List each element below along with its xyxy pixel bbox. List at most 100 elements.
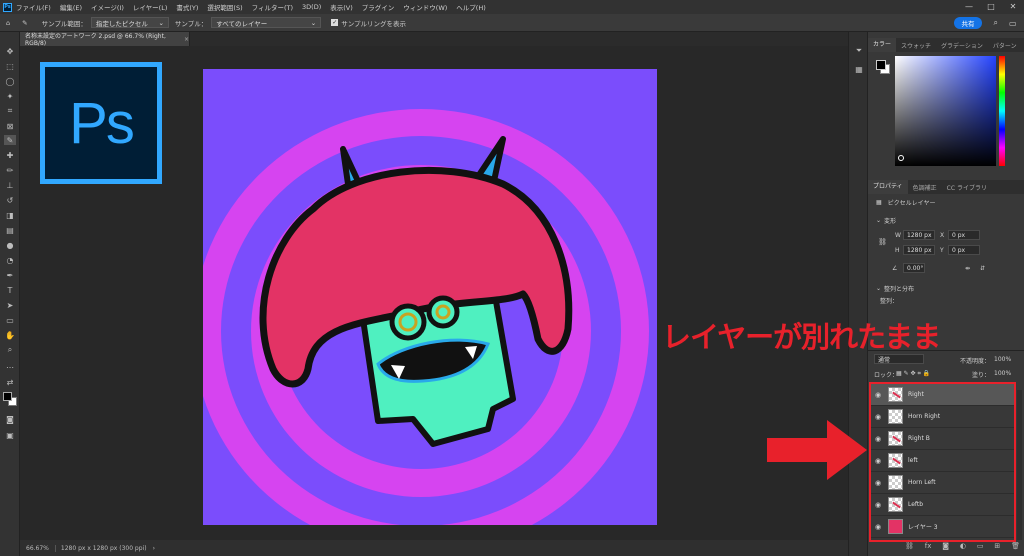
layers-scrollbar[interactable]	[1017, 390, 1022, 540]
screen-mode-icon[interactable]: ▣	[4, 430, 16, 440]
trash-icon[interactable]: 🗑	[1011, 542, 1020, 554]
opacity-value[interactable]: 100%	[994, 356, 1011, 363]
hand-tool-icon[interactable]: ✋	[4, 330, 16, 340]
menu-select[interactable]: 選択範囲(S)	[207, 2, 242, 12]
document-tab[interactable]: 名称未設定のアートワーク 2.psd @ 66.7% (Right, RGB/8…	[20, 32, 190, 47]
fx-icon[interactable]: fx	[925, 542, 932, 554]
close-icon[interactable]: ✕	[1002, 0, 1024, 14]
flip-horizontal-icon[interactable]: ⇹	[965, 265, 970, 272]
more-tools-icon[interactable]: ⋯	[4, 362, 16, 372]
swap-colors-icon[interactable]: ⇄	[4, 377, 16, 387]
eyedropper-icon[interactable]: ✎	[4, 135, 16, 145]
sample-size-value: 指定したピクセル	[95, 19, 148, 28]
show-ring-checkbox[interactable]: ✓	[331, 19, 339, 26]
link-icon[interactable]: ⛓	[878, 238, 887, 246]
tab-cc-libraries[interactable]: CC ライブラリ	[942, 183, 992, 192]
history-panel-icon[interactable]: ⏷	[854, 46, 864, 56]
new-layer-icon[interactable]: ⊞	[994, 542, 1000, 554]
foreground-color-swatch[interactable]	[3, 392, 12, 401]
width-field[interactable]: 1280 px	[903, 230, 935, 240]
group-icon[interactable]: ▭	[977, 542, 984, 554]
marquee-tool-icon[interactable]: ⬚	[4, 61, 16, 71]
stamp-tool-icon[interactable]: ⊥	[4, 180, 16, 190]
menu-file[interactable]: ファイル(F)	[16, 2, 51, 12]
align-label: 整列と分布	[884, 286, 915, 293]
foreground-swatch[interactable]	[876, 60, 886, 70]
menu-3d[interactable]: 3D(D)	[302, 3, 321, 11]
quick-mask-icon[interactable]: ◙	[4, 414, 16, 424]
menu-view[interactable]: 表示(V)	[330, 2, 353, 12]
sample-value: すべてのレイヤー	[216, 19, 268, 28]
w-label: W	[895, 232, 901, 239]
rectangle-tool-icon[interactable]: ▭	[4, 315, 16, 325]
sample-size-select[interactable]: 指定したピクセル ⌄	[90, 17, 169, 28]
height-field[interactable]: 1280 px	[903, 245, 935, 255]
frame-tool-icon[interactable]: ⊠	[4, 121, 16, 131]
h-label: H	[895, 247, 900, 254]
document-size: 1280 px x 1280 px (300 ppi)	[54, 544, 147, 552]
brush-tool-icon[interactable]: ✏	[4, 165, 16, 175]
crop-tool-icon[interactable]: ⌗	[4, 106, 16, 116]
menu-layer[interactable]: レイヤー(L)	[133, 2, 168, 12]
document-tab-title: 名称未設定のアートワーク 2.psd @ 66.7% (Right, RGB/8…	[25, 33, 166, 47]
lasso-tool-icon[interactable]: ◯	[4, 76, 16, 86]
tab-gradients[interactable]: グラデーション	[936, 41, 988, 50]
artwork-canvas[interactable]	[203, 69, 657, 525]
menu-type[interactable]: 書式(Y)	[176, 2, 198, 12]
transform-label: 変形	[884, 218, 897, 225]
zoom-level[interactable]: 66.67%	[26, 545, 49, 552]
angle-icon: ∠	[892, 265, 898, 272]
adjustment-layer-icon[interactable]: ◐	[960, 542, 966, 554]
zoom-tool-icon[interactable]: ⌕	[4, 345, 16, 355]
menu-window[interactable]: ウィンドウ(W)	[403, 2, 447, 12]
type-tool-icon[interactable]: T	[4, 285, 16, 295]
menu-help[interactable]: ヘルプ(H)	[456, 2, 485, 12]
tab-patterns[interactable]: パターン	[988, 41, 1022, 50]
hue-slider[interactable]	[999, 56, 1005, 166]
workspace-icon[interactable]: ▭	[1009, 19, 1017, 28]
pen-tool-icon[interactable]: ✒	[4, 270, 16, 280]
dodge-tool-icon[interactable]: ◔	[4, 255, 16, 265]
libraries-panel-icon[interactable]: ▦	[854, 64, 864, 74]
transform-header[interactable]: ⌄ 変形	[876, 216, 896, 225]
x-field[interactable]: 0 px	[948, 230, 980, 240]
link-layers-icon[interactable]: ⛓	[905, 542, 914, 554]
tab-properties[interactable]: プロパティ	[868, 180, 908, 194]
fill-value[interactable]: 100%	[994, 370, 1011, 377]
home-icon[interactable]: ⌂	[6, 19, 10, 27]
align-header[interactable]: ⌄ 整列と分布	[876, 284, 914, 293]
status-chevron-icon[interactable]: ›	[153, 545, 155, 552]
move-tool-icon[interactable]: ✥	[4, 46, 16, 56]
minimize-icon[interactable]: —	[958, 0, 980, 14]
menu-image[interactable]: イメージ(I)	[91, 2, 124, 12]
eyedropper-tool-icon[interactable]: ✎	[22, 19, 27, 27]
menu-edit[interactable]: 編集(E)	[60, 2, 82, 12]
sample-select[interactable]: すべてのレイヤー ⌄	[211, 17, 322, 28]
gradient-tool-icon[interactable]: ▤	[4, 225, 16, 235]
pixel-layer-icon: ▦	[876, 199, 882, 206]
tab-swatches[interactable]: スウォッチ	[896, 41, 936, 50]
y-field[interactable]: 0 px	[948, 245, 980, 255]
lock-icons[interactable]: ▦ ✎ ✥ ⌗ 🔒	[896, 370, 930, 378]
add-mask-icon[interactable]: ◙	[942, 542, 949, 554]
close-tab-icon[interactable]: ×	[184, 36, 189, 43]
share-button[interactable]: 共有	[954, 17, 982, 29]
flip-vertical-icon[interactable]: ⇵	[980, 265, 985, 272]
color-picker-ring[interactable]	[898, 155, 904, 161]
y-label: Y	[940, 247, 944, 254]
blur-tool-icon[interactable]: ●	[4, 240, 16, 250]
eraser-tool-icon[interactable]: ◨	[4, 210, 16, 220]
history-brush-icon[interactable]: ↺	[4, 195, 16, 205]
menu-plugins[interactable]: プラグイン	[362, 2, 395, 12]
tab-adjustments[interactable]: 色調補正	[908, 183, 942, 192]
color-field[interactable]	[895, 56, 996, 166]
tab-color[interactable]: カラー	[868, 38, 897, 52]
color-panel-tabs: カラー スウォッチ グラデーション パターン	[868, 38, 1024, 52]
maximize-icon[interactable]: □	[980, 0, 1002, 14]
search-icon[interactable]: ⌕	[993, 18, 997, 28]
menu-filter[interactable]: フィルター(T)	[252, 2, 293, 12]
path-select-icon[interactable]: ➤	[4, 300, 16, 310]
angle-field[interactable]: 0.00°	[903, 263, 925, 273]
quick-select-tool-icon[interactable]: ✦	[4, 91, 16, 101]
healing-brush-icon[interactable]: ✚	[4, 150, 16, 160]
